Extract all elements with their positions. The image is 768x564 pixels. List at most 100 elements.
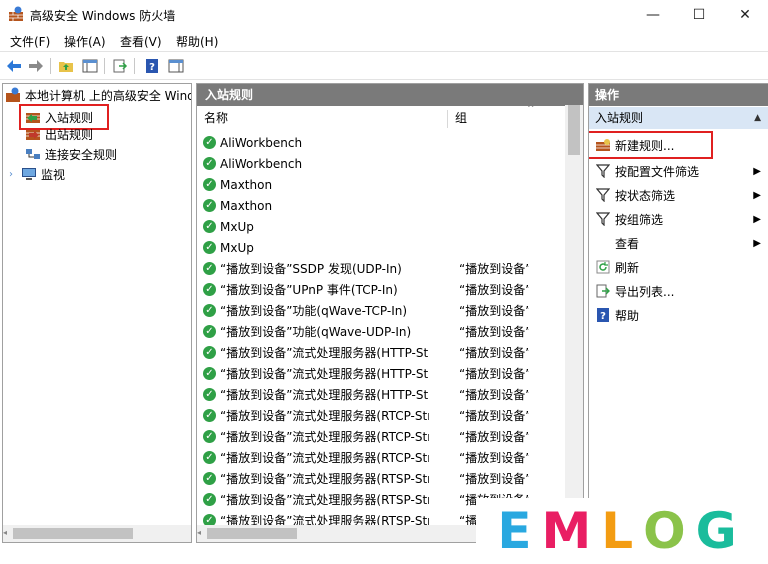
help-icon[interactable]: ? bbox=[142, 56, 162, 76]
table-row[interactable]: ✓ “播放到设备”SSDP 发现(UDP-In) “播放到设备”功能 bbox=[203, 258, 573, 279]
enabled-check-icon: ✓ bbox=[203, 430, 216, 443]
horizontal-scrollbar[interactable]: ◂ bbox=[3, 525, 191, 542]
action-filter-by-state[interactable]: 按状态筛选 ▶ bbox=[589, 183, 768, 207]
enabled-check-icon: ✓ bbox=[203, 283, 216, 296]
rule-name-cell: ✓ “播放到设备”UPnP 事件(TCP-In) bbox=[203, 281, 429, 298]
rule-name: “播放到设备”流式处理服务器(RTCP-Stre... bbox=[220, 451, 429, 465]
sort-chevron-up-icon: ^ bbox=[527, 104, 535, 114]
table-row[interactable]: ✓ “播放到设备”UPnP 事件(TCP-In) “播放到设备”功能 bbox=[203, 279, 573, 300]
column-divider[interactable] bbox=[447, 110, 448, 128]
menu-view[interactable]: 查看(V) bbox=[120, 33, 162, 50]
close-button[interactable]: ✕ bbox=[722, 0, 768, 30]
table-row[interactable]: ✓ MxUp bbox=[203, 216, 573, 237]
enabled-check-icon: ✓ bbox=[203, 136, 216, 149]
table-row[interactable]: ✓ Maxthon bbox=[203, 195, 573, 216]
enabled-check-icon: ✓ bbox=[203, 157, 216, 170]
rule-group: “播放到设备”功能 bbox=[459, 367, 529, 381]
scrollbar-thumb[interactable] bbox=[568, 105, 580, 155]
tree-item-monitoring[interactable]: › 监视 bbox=[9, 164, 65, 184]
table-row[interactable]: ✓ “播放到设备”流式处理服务器(HTTP-Stre... “播放到设备”功能 bbox=[203, 384, 573, 405]
table-row[interactable]: ✓ “播放到设备”流式处理服务器(RTSP-Stre... “播放到设备”功能 bbox=[203, 468, 573, 489]
enabled-check-icon: ✓ bbox=[203, 472, 216, 485]
watermark-text: EMLOG bbox=[476, 498, 768, 564]
enabled-check-icon: ✓ bbox=[203, 262, 216, 275]
table-row[interactable]: ✓ AliWorkbench bbox=[203, 132, 573, 153]
rule-name: MxUp bbox=[220, 219, 254, 234]
rule-name-cell: ✓ “播放到设备”流式处理服务器(RTCP-Stre... bbox=[203, 449, 429, 466]
rule-name: “播放到设备”流式处理服务器(RTSP-Stre... bbox=[220, 472, 429, 486]
table-row[interactable]: ✓ Maxthon bbox=[203, 174, 573, 195]
menu-action[interactable]: 操作(A) bbox=[64, 33, 106, 50]
rule-name-cell: ✓ MxUp bbox=[203, 241, 429, 255]
rule-name: “播放到设备”流式处理服务器(HTTP-Stre... bbox=[220, 388, 429, 402]
table-row[interactable]: ✓ “播放到设备”流式处理服务器(RTCP-Stre... “播放到设备”功能 bbox=[203, 426, 573, 447]
enabled-check-icon: ✓ bbox=[203, 304, 216, 317]
submenu-arrow-icon: ▶ bbox=[753, 237, 761, 249]
table-row[interactable]: ✓ MxUp bbox=[203, 237, 573, 258]
watermark-letter: E bbox=[497, 502, 542, 560]
action-help[interactable]: ? 帮助 bbox=[589, 303, 768, 327]
svg-text:?: ? bbox=[600, 311, 606, 322]
scrollbar-thumb[interactable] bbox=[13, 528, 133, 539]
export-icon[interactable] bbox=[110, 56, 130, 76]
enabled-check-icon: ✓ bbox=[203, 493, 216, 506]
table-row[interactable]: ✓ “播放到设备”功能(qWave-UDP-In) “播放到设备”功能 bbox=[203, 321, 573, 342]
rule-name: “播放到设备”SSDP 发现(UDP-In) bbox=[220, 262, 402, 276]
tree-item-connection-security-rules[interactable]: 连接安全规则 bbox=[25, 144, 117, 164]
scroll-left-arrow-icon[interactable]: ◂ bbox=[3, 528, 9, 539]
actions-list: 新建规则... 按配置文件筛选 ▶ 按状态筛选 ▶ 按组筛选 ▶ 查看 ▶ 刷新… bbox=[589, 131, 768, 327]
table-row[interactable]: ✓ AliWorkbench bbox=[203, 153, 573, 174]
menu-help[interactable]: 帮助(H) bbox=[176, 33, 218, 50]
menu-file[interactable]: 文件(F) bbox=[10, 33, 50, 50]
action-view[interactable]: 查看 ▶ bbox=[589, 231, 768, 255]
table-row[interactable]: ✓ “播放到设备”流式处理服务器(RTCP-Stre... “播放到设备”功能 bbox=[203, 405, 573, 426]
tree-item-outbound-rules[interactable]: 出站规则 bbox=[25, 124, 93, 144]
column-header-name[interactable]: 名称 bbox=[204, 106, 444, 130]
rule-name: “播放到设备”流式处理服务器(HTTP-Stre... bbox=[220, 346, 429, 360]
action-export-list[interactable]: 导出列表... bbox=[589, 279, 768, 303]
back-arrow-icon[interactable] bbox=[4, 56, 24, 76]
maximize-button[interactable]: ☐ bbox=[676, 0, 722, 30]
rule-name-cell: ✓ “播放到设备”流式处理服务器(RTSP-Stre... bbox=[203, 491, 429, 508]
actions-section-inbound[interactable]: 入站规则 ▲ bbox=[589, 107, 768, 129]
forward-arrow-icon[interactable] bbox=[26, 56, 46, 76]
tree-item-label: 出站规则 bbox=[45, 127, 94, 142]
action-new-rule[interactable]: 新建规则... bbox=[589, 131, 713, 159]
collapse-triangle-icon[interactable]: ▲ bbox=[754, 107, 761, 129]
watermark-letter: M bbox=[541, 502, 602, 560]
action-label: 帮助 bbox=[615, 308, 640, 323]
enabled-check-icon: ✓ bbox=[203, 220, 216, 233]
scrollbar-thumb[interactable] bbox=[207, 528, 297, 539]
column-header-group[interactable]: 组 bbox=[455, 106, 535, 130]
enabled-check-icon: ✓ bbox=[203, 451, 216, 464]
chevron-right-icon[interactable]: › bbox=[9, 169, 21, 180]
rule-name-cell: ✓ Maxthon bbox=[203, 199, 429, 213]
action-filter-by-profile[interactable]: 按配置文件筛选 ▶ bbox=[589, 159, 768, 183]
table-row[interactable]: ✓ “播放到设备”功能(qWave-TCP-In) “播放到设备”功能 bbox=[203, 300, 573, 321]
tree-item-label: 入站规则 bbox=[45, 110, 94, 125]
action-filter-by-group[interactable]: 按组筛选 ▶ bbox=[589, 207, 768, 231]
toolbar-separator bbox=[104, 58, 105, 74]
rule-name: Maxthon bbox=[220, 198, 273, 213]
rule-name-cell: ✓ “播放到设备”流式处理服务器(HTTP-Stre... bbox=[203, 365, 429, 382]
tree-item-label: 连接安全规则 bbox=[45, 147, 118, 162]
action-refresh[interactable]: 刷新 bbox=[589, 255, 768, 279]
rule-group: “播放到设备”功能 bbox=[459, 283, 529, 297]
tree-root[interactable]: 本地计算机 上的高级安全 Windows bbox=[5, 85, 191, 105]
table-row[interactable]: ✓ “播放到设备”流式处理服务器(RTCP-Stre... “播放到设备”功能 bbox=[203, 447, 573, 468]
menu-bar: 文件(F) 操作(A) 查看(V) 帮助(H) bbox=[0, 30, 768, 51]
scroll-left-arrow-icon[interactable]: ◂ bbox=[197, 528, 201, 537]
vertical-scrollbar[interactable] bbox=[565, 105, 583, 525]
rule-name: “播放到设备”UPnP 事件(TCP-In) bbox=[220, 283, 398, 297]
action-label: 按组筛选 bbox=[615, 212, 664, 227]
table-row[interactable]: ✓ “播放到设备”流式处理服务器(HTTP-Stre... “播放到设备”功能 bbox=[203, 342, 573, 363]
table-row[interactable]: ✓ “播放到设备”流式处理服务器(HTTP-Stre... “播放到设备”功能 bbox=[203, 363, 573, 384]
up-folder-icon[interactable] bbox=[56, 56, 76, 76]
new-rule-icon bbox=[595, 137, 611, 153]
rule-group: “播放到设备”功能 bbox=[459, 262, 529, 276]
tree-item-label: 监视 bbox=[41, 167, 66, 182]
show-action-pane-icon[interactable] bbox=[166, 56, 186, 76]
minimize-button[interactable]: — bbox=[630, 0, 676, 30]
show-tree-icon[interactable] bbox=[80, 56, 100, 76]
rule-name-cell: ✓ “播放到设备”流式处理服务器(RTSP-Stre... bbox=[203, 470, 429, 487]
